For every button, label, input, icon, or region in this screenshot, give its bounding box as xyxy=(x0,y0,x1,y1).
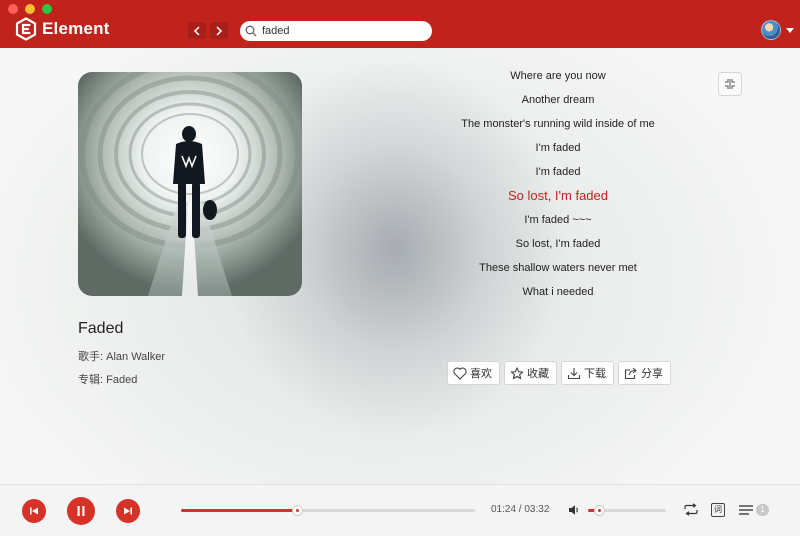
volume-slider[interactable] xyxy=(588,505,666,516)
app-header: Element xyxy=(0,0,800,48)
window-controls xyxy=(8,4,52,14)
progress-thumb[interactable] xyxy=(292,505,304,516)
lyrics-panel: Where are you now Another dream The monste… xyxy=(440,68,676,308)
chevron-left-icon xyxy=(193,25,200,36)
collapse-player-button[interactable] xyxy=(718,72,742,96)
element-logo-icon xyxy=(15,17,37,41)
artist-name[interactable]: Alan Walker xyxy=(106,351,165,363)
lyric-line: Where are you now xyxy=(510,70,606,82)
lyric-line: I'm faded xyxy=(535,166,581,178)
share-icon xyxy=(624,367,637,379)
download-icon xyxy=(567,367,581,379)
pause-icon xyxy=(77,506,85,516)
skip-next-icon xyxy=(124,507,132,515)
pause-button[interactable] xyxy=(67,497,95,525)
lyric-line: Another dream xyxy=(521,94,595,106)
song-actions: 喜欢 收藏 下载 分享 xyxy=(447,361,671,385)
skip-previous-icon xyxy=(30,507,38,515)
album-cover xyxy=(78,72,302,296)
chevron-right-icon xyxy=(216,25,223,36)
now-playing-panel: Faded 歌手: Alan Walker 专辑: Faded Where ar… xyxy=(0,48,800,484)
progress-slider[interactable] xyxy=(181,505,475,516)
album-row: 专辑: Faded xyxy=(78,371,137,387)
collapse-icon xyxy=(725,79,735,89)
search-icon xyxy=(245,25,257,37)
volume-icon[interactable] xyxy=(568,504,580,516)
like-label: 喜欢 xyxy=(470,368,492,380)
player-bar: 01:24 / 03:32 词 1 xyxy=(0,484,800,536)
lyric-line: The monster's running wild inside of me xyxy=(461,118,655,130)
album-art-illustration xyxy=(78,72,302,296)
window-maximize-button[interactable] xyxy=(42,4,52,14)
user-avatar[interactable] xyxy=(761,20,781,40)
playlist-icon[interactable] xyxy=(739,504,755,516)
share-button[interactable]: 分享 xyxy=(618,361,671,385)
caret-down-icon[interactable] xyxy=(786,28,794,33)
previous-track-button[interactable] xyxy=(22,499,46,523)
lyric-line-current: So lost, I'm faded xyxy=(507,188,609,203)
star-icon xyxy=(510,366,524,379)
app-name: Element xyxy=(42,19,110,38)
window-close-button[interactable] xyxy=(8,4,18,14)
lyric-line: These shallow waters never met xyxy=(479,262,637,274)
download-button[interactable]: 下载 xyxy=(561,361,614,385)
lyric-line: I'm faded ~~~ xyxy=(524,214,592,226)
lyric-line: What i needed xyxy=(522,286,594,298)
lyrics-toggle-button[interactable]: 词 xyxy=(711,503,725,517)
album-label: 专辑: xyxy=(78,374,104,386)
playlist-count-badge: 1 xyxy=(756,504,769,516)
download-label: 下载 xyxy=(584,368,606,380)
repeat-icon[interactable] xyxy=(683,503,699,516)
volume-thumb[interactable] xyxy=(593,505,605,516)
nav-back-button[interactable] xyxy=(188,22,206,39)
artist-label: 歌手: xyxy=(78,351,104,363)
time-display: 01:24 / 03:32 xyxy=(491,504,550,515)
heart-icon xyxy=(453,367,467,380)
collect-label: 收藏 xyxy=(527,368,549,380)
collect-button[interactable]: 收藏 xyxy=(504,361,557,385)
lyric-line: So lost, I'm faded xyxy=(515,238,601,250)
next-track-button[interactable] xyxy=(116,499,140,523)
share-label: 分享 xyxy=(641,368,663,380)
nav-forward-button[interactable] xyxy=(210,22,228,39)
app-logo[interactable]: Element xyxy=(15,16,110,42)
search-input[interactable] xyxy=(262,22,422,40)
album-name[interactable]: Faded xyxy=(106,374,137,386)
lyric-line: I'm faded xyxy=(535,142,581,154)
song-title: Faded xyxy=(78,320,124,337)
progress-fill xyxy=(181,509,298,512)
artist-row: 歌手: Alan Walker xyxy=(78,348,165,364)
like-button[interactable]: 喜欢 xyxy=(447,361,500,385)
window-minimize-button[interactable] xyxy=(25,4,35,14)
search-box[interactable] xyxy=(240,21,432,41)
